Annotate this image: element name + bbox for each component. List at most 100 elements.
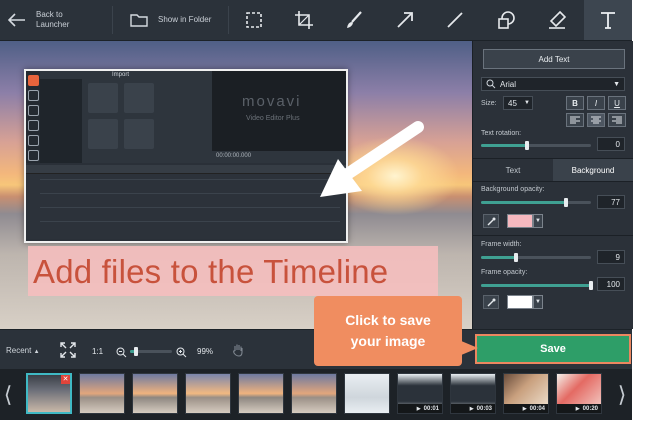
font-value: Arial: [500, 79, 517, 89]
tab-background[interactable]: Background: [553, 159, 633, 181]
actual-size-button[interactable]: 1:1: [92, 347, 103, 356]
fit-to-screen-button[interactable]: [60, 342, 76, 363]
embedded-import-label: Import: [112, 72, 130, 78]
frame-opacity-field[interactable]: 100: [597, 277, 625, 291]
top-toolbar: Back to Launcher Show in Folder: [0, 0, 632, 41]
filmstrip-thumbnail[interactable]: [132, 373, 178, 414]
rotation-field[interactable]: 0: [597, 137, 625, 151]
zoom-in-button[interactable]: [176, 345, 187, 363]
thumbnail-duration: ▶ 00:04: [504, 404, 548, 413]
thumbnail-duration: ▶ 00:20: [557, 404, 601, 413]
close-icon[interactable]: ✕: [61, 375, 70, 384]
brush-tool-button[interactable]: [336, 0, 372, 40]
caption-text[interactable]: Add files to the Timeline: [33, 253, 388, 291]
embedded-upper-area: Import movavi Video Editor Plus 00:00:00…: [26, 71, 346, 163]
add-text-button[interactable]: Add Text: [483, 49, 625, 69]
zoom-out-button[interactable]: [116, 345, 127, 363]
filmstrip-thumbnail[interactable]: ▶ 00:03: [450, 373, 496, 414]
frame-width-label: Frame width:: [481, 241, 522, 248]
background-opacity-slider[interactable]: [481, 198, 591, 207]
zoom-value: 99%: [197, 347, 214, 356]
filmstrip-thumbnail[interactable]: [238, 373, 284, 414]
recent-dropdown[interactable]: Recent ▲: [6, 346, 40, 355]
filmstrip-thumbnail[interactable]: [79, 373, 125, 414]
highlighter-tool-button[interactable]: [539, 0, 575, 40]
panel-tabs: Text Background: [473, 158, 633, 182]
background-opacity-field[interactable]: 77: [597, 195, 625, 209]
align-right-button[interactable]: [608, 113, 626, 127]
filmstrip-prev-button[interactable]: ⟨: [0, 369, 16, 420]
line-icon: [447, 12, 463, 28]
search-icon: [486, 79, 496, 89]
select-tool-button[interactable]: [236, 0, 272, 40]
background-eyedropper-button[interactable]: [483, 214, 499, 228]
fullscreen-icon: [60, 342, 76, 358]
embedded-sidebar: [26, 71, 40, 163]
zoom-slider[interactable]: [130, 347, 172, 356]
recent-label: Recent: [6, 346, 32, 355]
align-left-button[interactable]: [566, 113, 584, 127]
line-tool-button[interactable]: [437, 0, 473, 40]
frame-color-swatch[interactable]: [507, 295, 533, 309]
eyedropper-icon: [487, 298, 495, 306]
embedded-tile: [88, 119, 118, 149]
align-center-button[interactable]: [587, 113, 605, 127]
size-value: 45: [508, 98, 517, 108]
font-select[interactable]: Arial ▼: [481, 77, 625, 91]
filmstrip: ⟨ ✕ ▶ 00:01 ▶ 00:03 ▶ 00:04 ▶ 00:20 ⟩: [0, 369, 632, 420]
shape-tool-button[interactable]: [488, 0, 524, 40]
rotation-label: Text rotation:: [481, 130, 522, 137]
chevron-down-icon: ▼: [613, 80, 620, 88]
callout-text: Click to save your image: [324, 310, 452, 352]
play-icon: ▶: [522, 405, 527, 412]
save-button[interactable]: Save: [475, 334, 631, 364]
embedded-file-list: [40, 79, 82, 163]
rotation-slider[interactable]: [481, 141, 591, 150]
filmstrip-thumbnail[interactable]: ▶ 00:20: [556, 373, 602, 414]
filmstrip-thumbnail[interactable]: ▶ 00:01: [397, 373, 443, 414]
pan-tool-button[interactable]: [232, 343, 244, 362]
filmstrip-thumbnail[interactable]: [291, 373, 337, 414]
size-label: Size:: [481, 100, 497, 107]
frame-eyedropper-button[interactable]: [483, 295, 499, 309]
filmstrip-thumbnail[interactable]: ▶ 00:04: [503, 373, 549, 414]
thumbnail-duration: ▶ 00:03: [451, 404, 495, 413]
filmstrip-thumbnail[interactable]: ✕: [26, 373, 72, 414]
duration-label: 00:04: [529, 405, 545, 412]
chevron-down-icon[interactable]: ▼: [533, 214, 543, 228]
frame-opacity-label: Frame opacity:: [481, 269, 528, 276]
filmstrip-thumbnail[interactable]: [344, 373, 390, 414]
back-to-launcher-button[interactable]: Back to Launcher: [8, 0, 80, 40]
chevron-left-icon: ⟨: [3, 381, 13, 407]
embedded-timecode: 00:00:00.000: [216, 153, 252, 159]
eyedropper-icon: [487, 217, 495, 225]
callout-line-1: Click to save: [345, 312, 431, 328]
frame-opacity-slider[interactable]: [481, 281, 593, 290]
bold-button[interactable]: B: [566, 96, 584, 110]
size-select[interactable]: 45 ▼: [503, 96, 533, 110]
frame-width-slider[interactable]: [481, 253, 591, 262]
duration-label: 00:01: [423, 405, 439, 412]
pointer-arrow-graphic: [320, 121, 424, 197]
chevron-down-icon[interactable]: ▼: [533, 295, 543, 309]
callout-line-2: your image: [350, 333, 426, 349]
filmstrip-next-button[interactable]: ⟩: [614, 369, 630, 420]
underline-button[interactable]: U: [608, 96, 626, 110]
align-right-icon: [612, 116, 622, 124]
embedded-tile: [124, 83, 154, 113]
show-in-folder-button[interactable]: Show in Folder: [130, 0, 211, 40]
chevron-up-icon: ▲: [33, 349, 40, 355]
frame-width-field[interactable]: 9: [597, 250, 625, 264]
text-tool-button[interactable]: [584, 0, 632, 40]
arrow-tool-button[interactable]: [387, 0, 423, 40]
tab-text[interactable]: Text: [473, 159, 553, 181]
image-canvas[interactable]: Import movavi Video Editor Plus 00:00:00…: [0, 41, 472, 329]
filmstrip-thumbnail[interactable]: [185, 373, 231, 414]
play-icon: ▶: [469, 405, 474, 412]
text-properties-panel: Add Text Arial ▼ Size: 45 ▼ B I U Text r…: [472, 41, 633, 329]
select-icon: [246, 12, 262, 28]
crop-tool-button[interactable]: [286, 0, 322, 40]
italic-button[interactable]: I: [587, 96, 605, 110]
hand-icon: [233, 344, 243, 357]
background-color-swatch[interactable]: [507, 214, 533, 228]
